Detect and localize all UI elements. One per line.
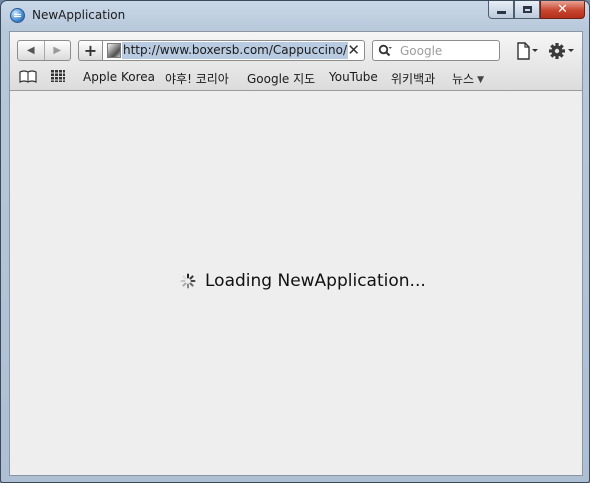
bookmark-wikipedia[interactable]: 위키백과 <box>391 70 435 87</box>
search-icon <box>378 44 392 57</box>
address-bar[interactable]: http://www.boxersb.com/Cappuccino/NewApp… <box>102 40 365 61</box>
bookmark-news-folder[interactable]: 뉴스 ▼ <box>452 70 484 87</box>
loading-indicator: Loading NewApplication... <box>180 271 426 291</box>
close-button[interactable]: ✕ <box>540 1 585 19</box>
plus-icon: + <box>83 41 98 60</box>
browser-window: NewApplication ✕ ◀ ▶ + http://www.boxers… <box>0 0 590 483</box>
chevron-down-icon: ▼ <box>477 75 485 85</box>
maximize-button[interactable] <box>514 1 540 19</box>
forward-arrow-icon: ▶ <box>53 45 62 56</box>
page-content: Loading NewApplication... <box>9 91 583 476</box>
bookmarks-book-icon[interactable] <box>19 70 37 83</box>
window-title: NewApplication <box>32 8 126 22</box>
bookmark-news-label: 뉴스 <box>452 72 475 86</box>
minimize-icon <box>496 11 506 14</box>
title-bar[interactable]: NewApplication ✕ <box>1 1 589 31</box>
close-icon: ✕ <box>557 2 568 17</box>
search-field[interactable]: Google <box>372 40 500 61</box>
window-controls: ✕ <box>488 1 585 21</box>
page-menu-icon[interactable] <box>515 42 539 60</box>
bookmark-apple-korea[interactable]: Apple Korea <box>83 70 155 84</box>
bookmark-youtube[interactable]: YouTube <box>329 70 378 84</box>
forward-button[interactable]: ▶ <box>43 41 71 60</box>
site-favicon-icon <box>107 43 121 58</box>
clear-url-icon[interactable]: ✕ <box>347 42 360 59</box>
bookmark-google-maps[interactable]: Google 지도 <box>247 70 315 87</box>
minimize-button[interactable] <box>488 1 514 19</box>
loading-spinner-icon <box>180 273 196 289</box>
search-placeholder: Google <box>400 44 443 58</box>
loading-text: Loading NewApplication... <box>205 271 426 291</box>
back-button[interactable]: ◀ <box>18 41 44 60</box>
top-sites-grid-icon[interactable] <box>51 70 65 82</box>
app-globe-icon <box>10 8 25 23</box>
browser-toolbar: ◀ ▶ + http://www.boxersb.com/Cappuccino/… <box>9 31 583 91</box>
maximize-icon <box>522 6 532 13</box>
bookmarks-bar: Apple Korea 야후! 코리아 Google 지도 YouTube 위키… <box>10 67 582 87</box>
add-bookmark-button[interactable]: + <box>78 40 102 61</box>
back-arrow-icon: ◀ <box>26 45 35 56</box>
address-url[interactable]: http://www.boxersb.com/Cappuccino/NewApp… <box>122 42 348 59</box>
navigation-buttons: ◀ ▶ <box>17 40 71 61</box>
bookmark-yahoo-korea[interactable]: 야후! 코리아 <box>165 70 229 87</box>
settings-gear-icon[interactable] <box>547 41 575 61</box>
